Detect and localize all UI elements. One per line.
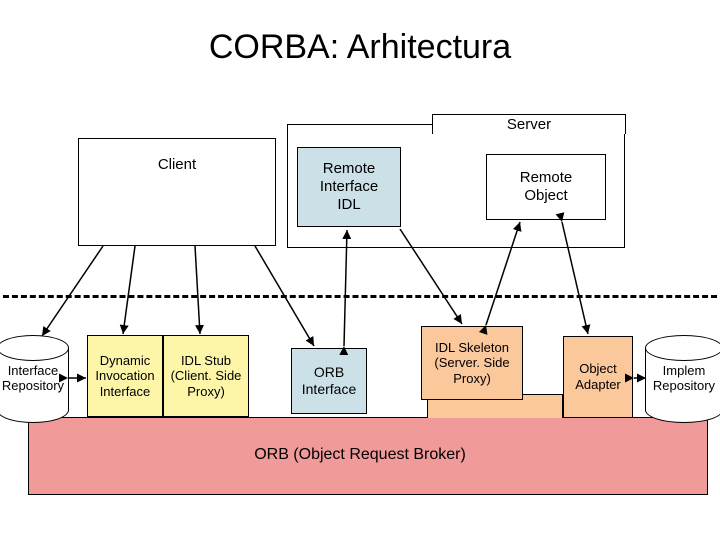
orb-if-box: ORB Interface	[291, 348, 367, 414]
orb-label: ORB (Object Request Broker)	[0, 446, 720, 464]
interface-repo-label: Interface Repository	[2, 364, 64, 394]
remote-obj-label: Remote Object	[520, 169, 573, 205]
server-label: Server	[507, 116, 551, 134]
dyn-invoc-box: Dynamic Invocation Interface	[87, 335, 163, 417]
remote-idl-box: Remote Interface IDL	[297, 147, 401, 227]
obj-adapter-label: Object Adapter	[575, 361, 621, 392]
client-label: Client	[158, 156, 196, 174]
dashed-divider	[0, 295, 720, 298]
idl-skel-box: IDL Skeleton (Server. Side Proxy)	[421, 326, 523, 400]
implem-repo-label: Implem Repository	[653, 364, 715, 394]
implem-repo-cylinder: Implem Repository	[645, 335, 720, 423]
dyn-invoc-label: Dynamic Invocation Interface	[95, 353, 154, 400]
remote-obj-box: Remote Object	[486, 154, 606, 220]
interface-repo-cylinder: Interface Repository	[0, 335, 69, 423]
idl-skel-label: IDL Skeleton (Server. Side Proxy)	[434, 340, 509, 387]
remote-idl-label: Remote Interface IDL	[320, 160, 378, 214]
title: CORBA: Arhitectura	[0, 28, 720, 67]
orb-if-label: ORB Interface	[302, 364, 356, 398]
idl-stub-label: IDL Stub (Client. Side Proxy)	[171, 353, 242, 400]
idl-stub-box: IDL Stub (Client. Side Proxy)	[163, 335, 249, 417]
server-label-box: Server	[432, 114, 626, 134]
obj-adapter-box: Object Adapter	[563, 336, 633, 418]
client-box: Client	[78, 138, 276, 246]
